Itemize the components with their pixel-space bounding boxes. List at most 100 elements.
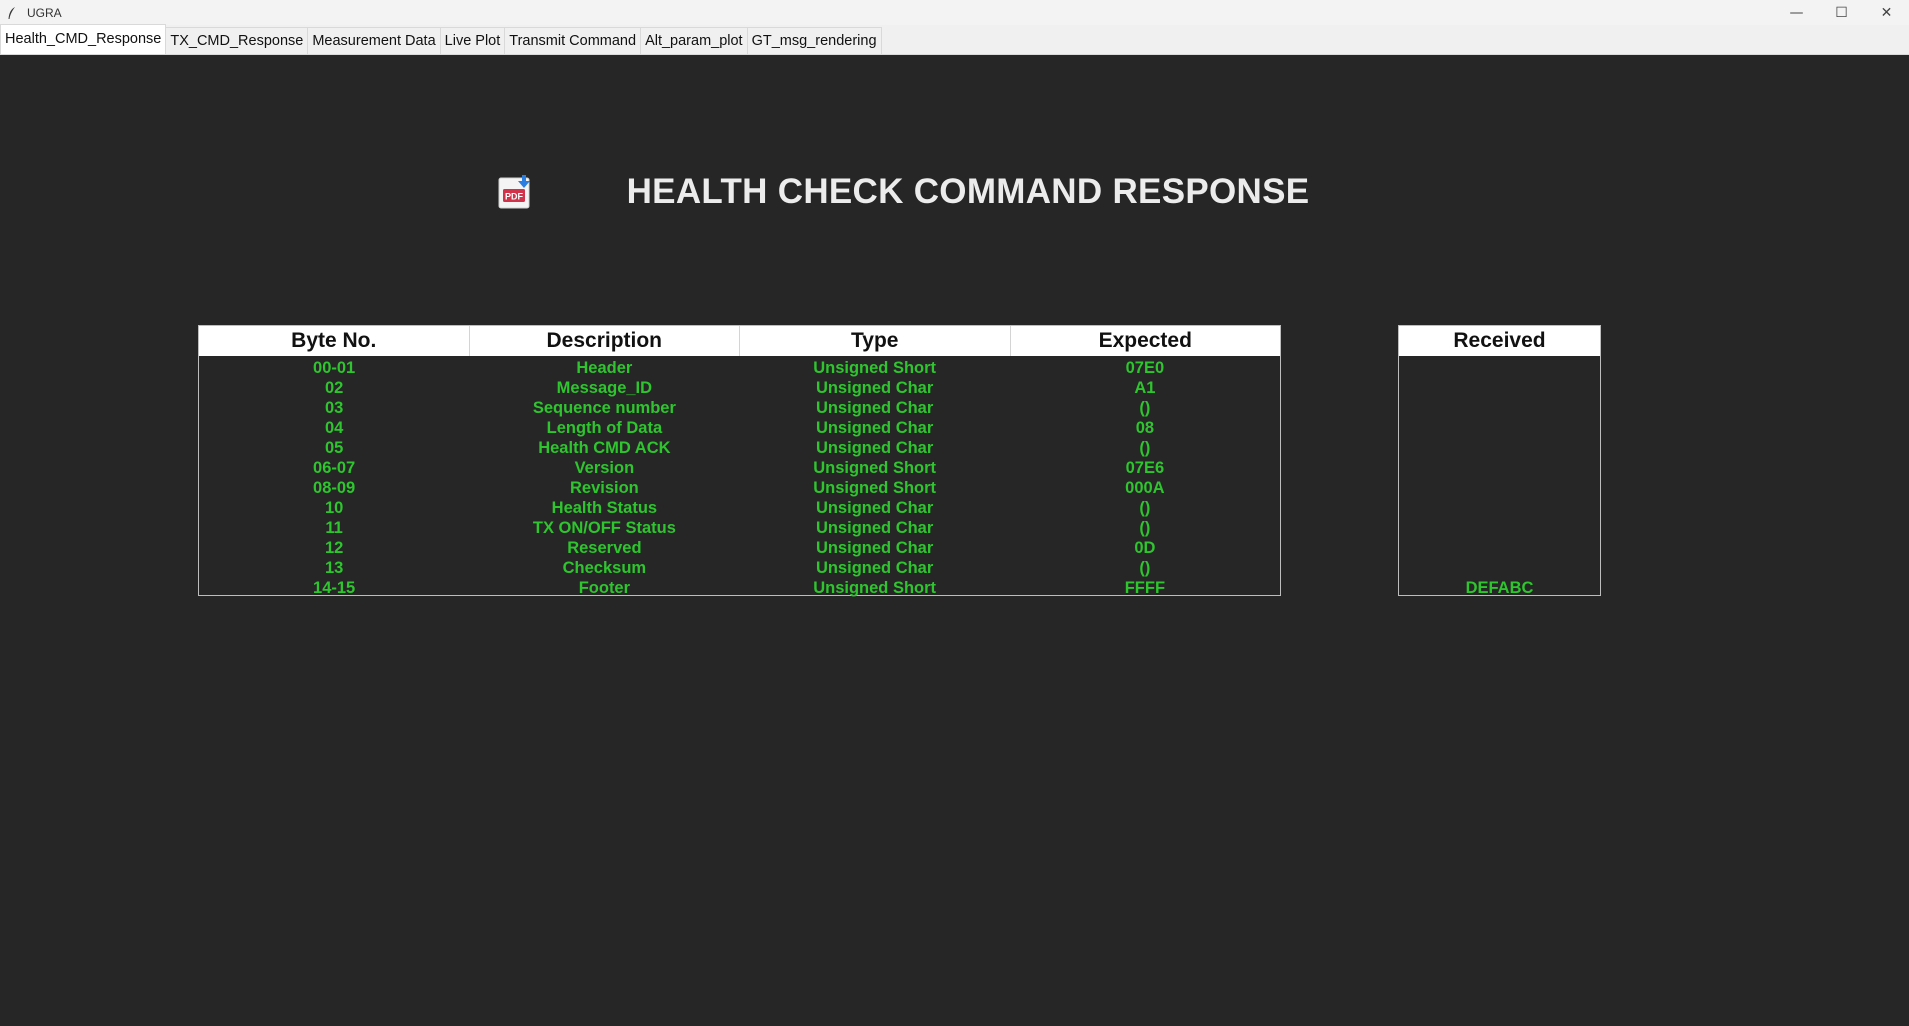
cell-description: Health CMD ACK	[538, 439, 671, 457]
table-row: 02 Message_ID Unsigned Char A1	[199, 378, 1280, 398]
cell-received	[1399, 498, 1600, 518]
cell-description: Revision	[569, 479, 639, 497]
cell-received	[1399, 558, 1600, 578]
cell-type: Unsigned Char	[815, 499, 934, 517]
cell-expected: ()	[1139, 399, 1151, 417]
cell-received	[1399, 478, 1600, 498]
table-row: 12 Reserved Unsigned Char 0D	[199, 538, 1280, 558]
column-header-received: Received	[1453, 329, 1546, 352]
cell-type: Unsigned Short	[813, 579, 937, 597]
table-row: 05 Health CMD ACK Unsigned Char ()	[199, 438, 1280, 458]
received-row	[1399, 498, 1600, 518]
received-row	[1399, 538, 1600, 558]
tab-live-plot[interactable]: Live Plot	[439, 27, 506, 54]
cell-received	[1399, 518, 1600, 538]
cell-type: Unsigned Short	[813, 459, 937, 477]
tab-gt-msg-rendering[interactable]: GT_msg_rendering	[746, 27, 882, 54]
health-response-table: Byte No. Description Type Expected 00-01…	[198, 325, 1281, 598]
table-row: 03 Sequence number Unsigned Char ()	[199, 398, 1280, 418]
cell-received	[1399, 458, 1600, 478]
cell-received	[1399, 378, 1600, 398]
tab-health-cmd-response[interactable]: Health_CMD_Response	[0, 24, 167, 54]
cell-expected: 000A	[1125, 479, 1165, 497]
cell-type: Unsigned Char	[815, 439, 934, 457]
cell-byte-no: 12	[324, 539, 344, 557]
cell-byte-no: 10	[324, 499, 344, 517]
table-body: 00-01 Header Unsigned Short 07E0 02 Mess…	[199, 356, 1280, 598]
received-body: DEFABC	[1399, 356, 1600, 598]
received-header-row: Received	[1399, 326, 1600, 356]
cell-type: Unsigned Char	[815, 379, 934, 397]
tab-transmit-command[interactable]: Transmit Command	[504, 27, 642, 54]
tab-measurement-data[interactable]: Measurement Data	[307, 27, 441, 54]
column-header-type: Type	[740, 326, 1011, 356]
cell-byte-no: 13	[324, 559, 344, 577]
cell-received	[1399, 418, 1600, 438]
window-titlebar: UGRA — ☐ ✕	[0, 0, 1909, 25]
column-header-description: Description	[470, 326, 740, 356]
column-header-byte-no: Byte No.	[199, 326, 470, 356]
cell-received	[1399, 438, 1600, 458]
received-row: DEFABC	[1399, 578, 1600, 598]
cell-type: Unsigned Char	[815, 559, 934, 577]
cell-expected: 0D	[1134, 539, 1156, 557]
cell-byte-no: 00-01	[313, 359, 356, 377]
cell-byte-no: 02	[324, 379, 344, 397]
cell-description: Health Status	[551, 499, 658, 517]
minimize-button[interactable]: —	[1774, 0, 1819, 25]
tab-bar: Health_CMD_Response TX_CMD_Response Meas…	[0, 24, 1909, 55]
received-row	[1399, 458, 1600, 478]
cell-byte-no: 03	[324, 399, 344, 417]
table-row: 06-07 Version Unsigned Short 07E6	[199, 458, 1280, 478]
cell-expected: 08	[1135, 419, 1155, 437]
cell-expected: FFFF	[1124, 579, 1166, 597]
cell-type: Unsigned Char	[815, 519, 934, 537]
cell-expected: ()	[1139, 439, 1151, 457]
page-title: HEALTH CHECK COMMAND RESPONSE	[626, 172, 1310, 211]
table-row: 00-01 Header Unsigned Short 07E0	[199, 358, 1280, 378]
cell-byte-no: 06-07	[313, 459, 356, 477]
cell-received	[1399, 538, 1600, 558]
cell-description: Footer	[578, 579, 631, 597]
cell-byte-no: 08-09	[313, 479, 356, 497]
close-button[interactable]: ✕	[1864, 0, 1909, 25]
cell-expected: 07E6	[1125, 459, 1165, 477]
cell-type: Unsigned Char	[815, 399, 934, 417]
table-row: 14-15 Footer Unsigned Short FFFF	[199, 578, 1280, 598]
cell-byte-no: 04	[324, 419, 344, 437]
cell-description: Length of Data	[546, 419, 663, 437]
cell-received	[1399, 358, 1600, 378]
pdf-label: PDF	[505, 192, 524, 202]
cell-received	[1399, 398, 1600, 418]
cell-expected: 07E0	[1125, 359, 1165, 377]
table-row: 04 Length of Data Unsigned Char 08	[199, 418, 1280, 438]
received-row	[1399, 398, 1600, 418]
table-row: 08-09 Revision Unsigned Short 000A	[199, 478, 1280, 498]
column-header-expected: Expected	[1098, 329, 1192, 352]
pdf-download-button[interactable]: PDF	[498, 175, 532, 209]
window-controls: — ☐ ✕	[1774, 0, 1909, 25]
cell-description: Version	[574, 459, 635, 477]
maximize-button[interactable]: ☐	[1819, 0, 1864, 25]
tab-tx-cmd-response[interactable]: TX_CMD_Response	[165, 27, 309, 54]
window-title: UGRA	[27, 5, 62, 20]
cell-description: Message_ID	[556, 379, 653, 397]
feather-icon	[7, 6, 17, 20]
received-row	[1399, 438, 1600, 458]
cell-byte-no: 11	[325, 519, 343, 537]
cell-type: Unsigned Char	[815, 419, 934, 437]
cell-description: Header	[576, 359, 633, 377]
cell-expected: ()	[1139, 559, 1151, 577]
cell-expected: A1	[1134, 379, 1156, 397]
cell-byte-no: 14-15	[313, 579, 356, 597]
received-table: Received DEFABC	[1398, 325, 1601, 598]
cell-description: Sequence number	[532, 399, 676, 417]
cell-description: Checksum	[562, 559, 647, 577]
tab-alt-param-plot[interactable]: Alt_param_plot	[640, 27, 748, 54]
cell-type: Unsigned Char	[815, 539, 934, 557]
table-row: 13 Checksum Unsigned Char ()	[199, 558, 1280, 578]
received-row	[1399, 558, 1600, 578]
received-row	[1399, 518, 1600, 538]
cell-received: DEFABC	[1465, 579, 1534, 597]
cell-byte-no: 05	[324, 439, 344, 457]
